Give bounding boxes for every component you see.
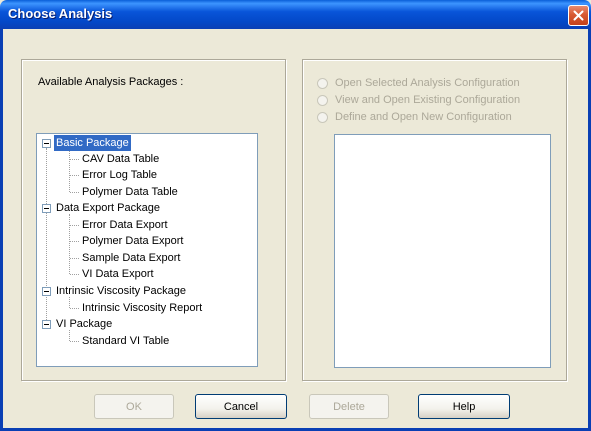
radio-label: Define and Open New Configuration [335, 111, 512, 123]
tree-item-label: Standard VI Table [82, 335, 170, 347]
tree-item-label: Sample Data Export [82, 252, 181, 264]
tree-item-label: Polymer Data Export [82, 235, 184, 247]
packages-tree[interactable]: Basic Package CAV Data Table Error Log T… [36, 133, 258, 367]
tree-item-label: Polymer Data Table [82, 186, 178, 198]
help-button[interactable]: Help [418, 394, 510, 419]
tree-item-label: Data Export Package [56, 202, 160, 214]
ok-button[interactable]: OK [94, 394, 174, 419]
delete-button[interactable]: Delete [309, 394, 389, 419]
window-title: Choose Analysis [8, 6, 113, 21]
tree-item-sample-data-export[interactable]: Sample Data Export [37, 250, 237, 266]
collapse-toggle-icon[interactable] [42, 287, 51, 296]
tree-item-intrinsic-viscosity-report[interactable]: Intrinsic Viscosity Report [37, 300, 253, 316]
radio-button-icon[interactable] [317, 95, 328, 106]
tree-item-error-data-export[interactable]: Error Data Export [37, 217, 237, 233]
tree-item-label: Error Data Export [82, 219, 168, 231]
tree-item-label: Intrinsic Viscosity Package [56, 285, 187, 297]
tree-item-vi-data-export[interactable]: VI Data Export [37, 266, 237, 282]
tree-item-cav-data-table[interactable]: CAV Data Table [37, 151, 237, 167]
collapse-toggle-icon[interactable] [42, 320, 51, 329]
tree-item-polymer-data-table[interactable]: Polymer Data Table [37, 184, 237, 200]
tree-item-label: VI Data Export [82, 268, 154, 280]
window-frame-left [0, 29, 3, 431]
radio-label: View and Open Existing Configuration [335, 94, 521, 106]
tree-item-vi-package[interactable]: VI Package [37, 316, 237, 332]
collapse-toggle-icon[interactable] [42, 139, 51, 148]
tree-item-label: VI Package [56, 318, 113, 330]
tree-item-label: CAV Data Table [82, 153, 160, 165]
radio-label: Open Selected Analysis Configuration [335, 77, 520, 89]
tree-item-data-export-package[interactable]: Data Export Package [37, 200, 237, 216]
close-button[interactable] [568, 5, 589, 26]
tree-item-label: Error Log Table [82, 169, 158, 181]
configuration-list[interactable] [334, 134, 551, 368]
collapse-toggle-icon[interactable] [42, 204, 51, 213]
tree-item-polymer-data-export[interactable]: Polymer Data Export [37, 233, 237, 249]
cancel-button[interactable]: Cancel [195, 394, 287, 419]
tree-item-label: Intrinsic Viscosity Report [82, 302, 203, 314]
tree-item-standard-vi-table[interactable]: Standard VI Table [37, 333, 237, 349]
close-icon [573, 10, 584, 21]
available-packages-label: Available Analysis Packages : [38, 76, 184, 88]
radio-button-icon[interactable] [317, 112, 328, 123]
tree-item-label: Basic Package [54, 135, 131, 151]
tree-item-error-log-table[interactable]: Error Log Table [37, 167, 237, 183]
radio-button-icon[interactable] [317, 78, 328, 89]
title-bar[interactable]: Choose Analysis [0, 0, 591, 29]
tree-item-intrinsic-viscosity-package[interactable]: Intrinsic Viscosity Package [37, 283, 253, 299]
tree-item-basic-package[interactable]: Basic Package [37, 135, 237, 151]
